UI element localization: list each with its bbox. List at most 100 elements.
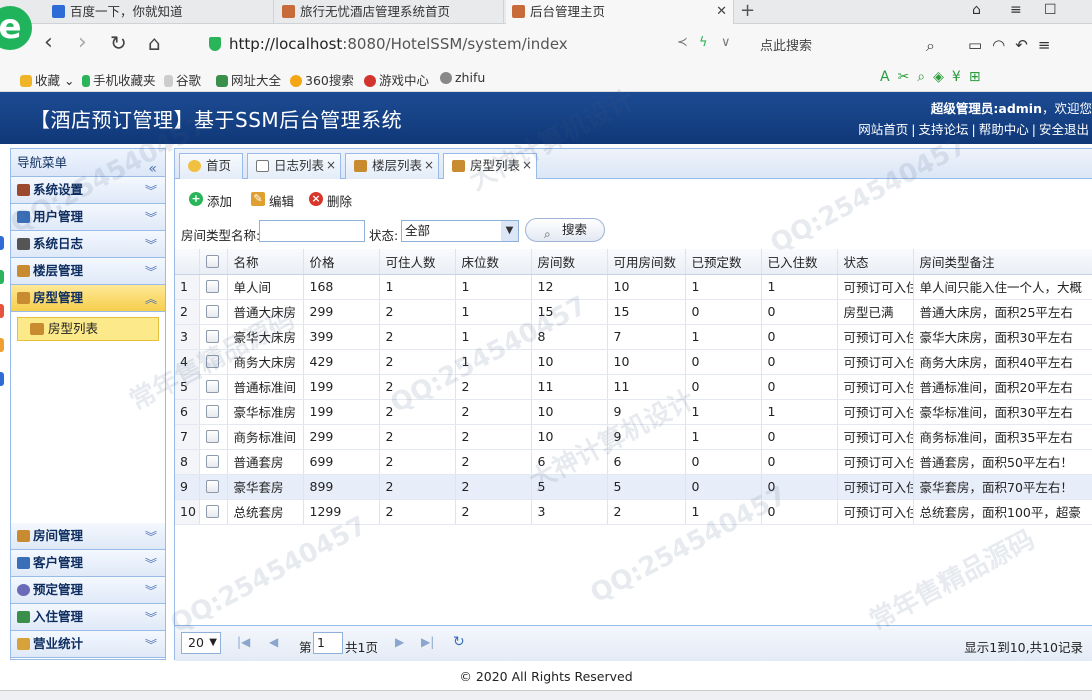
- menu-customer-management[interactable]: 客户管理 ︾: [11, 550, 165, 577]
- edit-button[interactable]: ✎ 编辑: [251, 191, 294, 210]
- table-row[interactable]: 9 豪华套房 899 2 2 5 5 0 0 可预订可入住 豪华套房，面积70平左右！: [175, 474, 1092, 500]
- browser-tab-hotel-home[interactable]: 旅行无忧酒店管理系统首页: [276, 0, 504, 24]
- menu-system-settings[interactable]: 系统设置 ︾: [11, 177, 165, 204]
- row-checkbox[interactable]: [199, 324, 228, 350]
- table-row[interactable]: 1 单人间 168 1 1 12 10 1 1 可预订可入住 单人间只能入住一个人，大概: [175, 274, 1092, 300]
- table-row[interactable]: 5 普通标准间 199 2 2 11 11 0 0 可预订可入住 普通标准间，面积20平左右: [175, 374, 1092, 400]
- column-header[interactable]: 房间类型备注: [913, 249, 1092, 275]
- row-checkbox[interactable]: [199, 474, 228, 500]
- reload-icon[interactable]: ↻: [110, 32, 127, 54]
- column-header[interactable]: 可住人数: [379, 249, 456, 275]
- table-row[interactable]: 8 普通套房 699 2 2 6 6 0 0 可预订可入住 普通套房，面积50平左右！: [175, 449, 1092, 475]
- table-row[interactable]: 2 普通大床房 299 2 1 15 15 0 0 房型已满 普通大床房，面积25平左右: [175, 299, 1092, 325]
- browser-tab-admin[interactable]: 后台管理主页 ✕: [506, 0, 734, 24]
- app-icon[interactable]: [0, 304, 4, 318]
- menu-business-stats[interactable]: 营业统计 ︾: [11, 631, 165, 658]
- current-page-input[interactable]: 1: [313, 632, 343, 654]
- bookmark-favorites[interactable]: 收藏 ⌄: [20, 70, 74, 89]
- chevron-down-icon[interactable]: ∨: [721, 35, 731, 50]
- column-header[interactable]: 价格: [303, 249, 380, 275]
- restore-window-icon[interactable]: ☐: [1044, 0, 1057, 20]
- menu-room-management[interactable]: 房间管理 ︾: [11, 523, 165, 550]
- table-row[interactable]: 4 商务大床房 429 2 1 10 10 0 0 可预订可入住 商务大床房，面积40平左右: [175, 349, 1092, 375]
- search-hint[interactable]: 点此搜索: [760, 35, 812, 54]
- refresh-icon[interactable]: ↻: [453, 634, 465, 650]
- column-header[interactable]: 床位数: [455, 249, 532, 275]
- bookmark-mobile[interactable]: 手机收藏夹: [82, 70, 156, 89]
- delete-button[interactable]: × 删除: [309, 191, 352, 210]
- last-page-icon[interactable]: ▶|: [421, 635, 434, 649]
- bookmark-zhifu[interactable]: zhifu: [440, 70, 485, 85]
- tab-home[interactable]: 首页: [179, 153, 243, 179]
- app-icon[interactable]: [0, 236, 4, 250]
- browser-tab-baidu[interactable]: 百度一下，你就知道: [46, 0, 274, 24]
- link-help[interactable]: 帮助中心: [976, 122, 1032, 137]
- tab-floor-list[interactable]: 楼层列表 ×: [345, 153, 439, 179]
- lightning-icon[interactable]: ϟ: [699, 35, 708, 50]
- status-select[interactable]: 全部 ▼: [401, 220, 519, 242]
- column-header[interactable]: 已入住数: [761, 249, 838, 275]
- search-button[interactable]: ⌕ 搜索: [525, 218, 605, 242]
- menu-user-management[interactable]: 用户管理 ︾: [11, 204, 165, 231]
- select-all-checkbox[interactable]: [199, 249, 228, 275]
- bookmark-sites[interactable]: 网址大全: [216, 70, 281, 89]
- forward-icon[interactable]: ›: [78, 32, 87, 54]
- first-page-icon[interactable]: |◀: [237, 635, 250, 649]
- table-row[interactable]: 10 总统套房 1299 2 2 3 2 1 0 可预订可入住 总统套房，面积100平，超豪: [175, 499, 1092, 525]
- close-icon[interactable]: ×: [424, 153, 434, 177]
- row-checkbox[interactable]: [199, 374, 228, 400]
- shirt-icon[interactable]: ⌂: [972, 0, 981, 20]
- bookmark-games[interactable]: 游戏中心: [364, 70, 429, 89]
- tab-log-list[interactable]: 日志列表 ×: [247, 153, 341, 179]
- menu-checkin-management[interactable]: 入住管理 ︾: [11, 604, 165, 631]
- toolbar-icons[interactable]: ▭◠↶≡: [968, 36, 1060, 54]
- menu-system-log[interactable]: 系统日志 ︾: [11, 231, 165, 258]
- table-cell: 0: [761, 449, 838, 475]
- page-size-select[interactable]: 20 ▼: [181, 632, 221, 654]
- row-checkbox[interactable]: [199, 274, 228, 300]
- share-icon[interactable]: ≺: [677, 35, 688, 50]
- link-logout[interactable]: 安全退出: [1036, 122, 1092, 137]
- bookmark-google[interactable]: 谷歌: [164, 70, 201, 89]
- column-header[interactable]: 名称: [227, 249, 304, 275]
- bookmark-360[interactable]: 360搜索: [290, 70, 354, 89]
- app-icon[interactable]: [0, 372, 4, 386]
- app-icon[interactable]: [0, 270, 4, 284]
- table-row[interactable]: 7 商务标准间 299 2 2 10 9 1 0 可预订可入住 商务标准间，面积35平左右: [175, 424, 1092, 450]
- column-header[interactable]: 状态: [837, 249, 914, 275]
- table-row[interactable]: 6 豪华标准房 199 2 2 10 9 1 1 可预订可入住 豪华标准间，面积30平左右: [175, 399, 1092, 425]
- tab-room-type-list[interactable]: 房型列表 ×: [443, 153, 537, 180]
- prev-page-icon[interactable]: ◀: [269, 635, 278, 649]
- row-checkbox[interactable]: [199, 399, 228, 425]
- new-tab-button[interactable]: +: [740, 0, 755, 22]
- column-header[interactable]: 房间数: [531, 249, 608, 275]
- column-header[interactable]: 可用房间数: [607, 249, 686, 275]
- column-header[interactable]: 已预定数: [685, 249, 762, 275]
- link-forum[interactable]: 支持论坛: [916, 122, 972, 137]
- close-icon[interactable]: ×: [522, 153, 532, 177]
- address-bar: ‹ › ↻ ⌂ http://localhost:8080/HotelSSM/s…: [0, 24, 1092, 64]
- row-checkbox[interactable]: [199, 449, 228, 475]
- home-icon[interactable]: ⌂: [148, 32, 161, 54]
- back-icon[interactable]: ‹: [44, 32, 53, 54]
- add-button[interactable]: + 添加: [189, 191, 232, 210]
- next-page-icon[interactable]: ▶: [395, 635, 404, 649]
- search-icon[interactable]: ⌕: [926, 35, 935, 57]
- row-checkbox[interactable]: [199, 424, 228, 450]
- row-checkbox[interactable]: [199, 349, 228, 375]
- close-icon[interactable]: ×: [326, 153, 336, 177]
- menu-room-type-management[interactable]: 房型管理 ︽: [11, 285, 165, 312]
- row-checkbox[interactable]: [199, 499, 228, 525]
- sidebar-item-room-type-list[interactable]: 房型列表: [17, 317, 159, 341]
- extension-icons[interactable]: A✂⌕◈¥⊞: [880, 69, 989, 85]
- close-tab-icon[interactable]: ✕: [716, 0, 727, 23]
- menu-floor-management[interactable]: 楼层管理 ︾: [11, 258, 165, 285]
- link-site-home[interactable]: 网站首页: [855, 122, 911, 137]
- app-icon[interactable]: [0, 338, 4, 352]
- url-field[interactable]: http://localhost:8080/HotelSSM/system/in…: [205, 32, 945, 58]
- menu-icon[interactable]: ≡: [1010, 0, 1022, 20]
- room-type-name-input[interactable]: [259, 220, 365, 242]
- row-checkbox[interactable]: [199, 299, 228, 325]
- menu-booking-management[interactable]: 预定管理 ︾: [11, 577, 165, 604]
- table-row[interactable]: 3 豪华大床房 399 2 1 8 7 1 0 可预订可入住 豪华大床房，面积30平左右: [175, 324, 1092, 350]
